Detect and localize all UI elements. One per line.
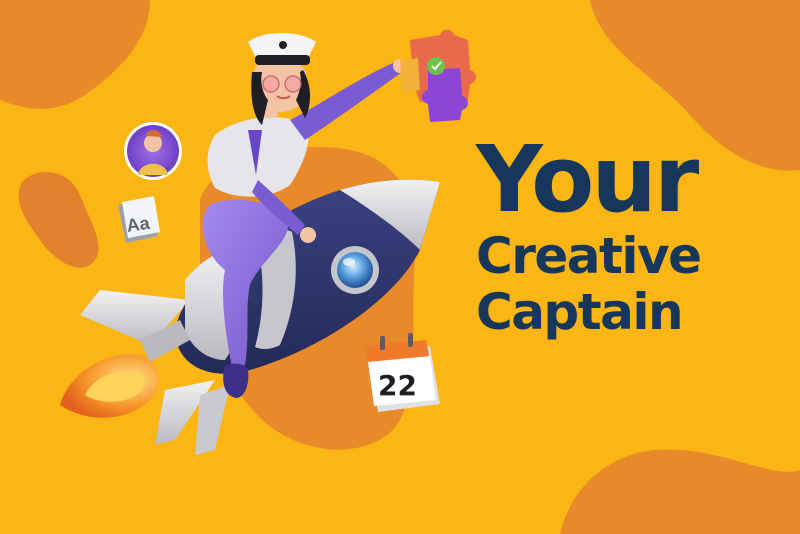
hero-banner: Aa 22 Your Creative Captain	[0, 0, 800, 534]
blob-top-left	[0, 0, 150, 109]
puzzle-pieces-icon	[400, 29, 476, 122]
headline-line-your: Your	[476, 126, 699, 233]
font-glyph-text: Aa	[125, 213, 152, 236]
font-glyph-card: Aa	[118, 196, 160, 243]
avatar	[124, 122, 182, 180]
headline: Your Creative Captain	[476, 126, 776, 341]
headline-line-creative: Creative	[476, 227, 702, 285]
calendar-day-text: 22	[378, 369, 417, 402]
rocket-flame	[60, 354, 159, 418]
headline-line-captain: Captain	[476, 283, 684, 341]
blob-drop-left	[18, 172, 99, 268]
blob-bottom-right	[560, 449, 800, 534]
